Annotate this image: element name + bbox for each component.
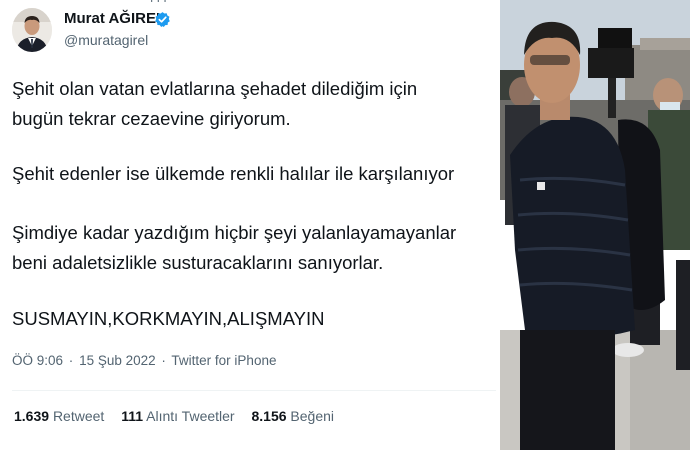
cropped-top-text: ı ı ı: [150, 0, 167, 5]
quote-tweets-count[interactable]: 111 Alıntı Tweetler: [121, 408, 234, 424]
author-name[interactable]: Murat AĞIREL: [64, 10, 165, 27]
verified-badge-icon: [155, 12, 170, 28]
photo-illustration: [500, 0, 690, 450]
tweet-text-line: Şimdiye kadar yazdığım hiçbir şeyi yalan…: [12, 222, 457, 243]
tweet-text-line: beni adaletsizlikle susturacaklarını san…: [12, 252, 384, 273]
tweet-text-line: bugün tekrar cezaevine giriyorum.: [12, 108, 291, 129]
author-handle[interactable]: @muratagirel: [64, 32, 148, 48]
tweet-card: ı ı ı Murat AĞIREL @muratagirel Şehit ol…: [0, 0, 500, 450]
tweet-time[interactable]: ÖÖ 9:06: [12, 353, 63, 368]
tweet-stats: 1.639 Retweet 111 Alıntı Tweetler 8.156 …: [14, 408, 347, 424]
meta-separator: ·: [161, 353, 166, 368]
tweet-text-line: SUSMAYIN,KORKMAYIN,ALIŞMAYIN: [12, 308, 325, 329]
tweet-source[interactable]: Twitter for iPhone: [171, 353, 276, 368]
tweet-date[interactable]: 15 Şub 2022: [79, 353, 156, 368]
tweet-text-line: Şehit olan vatan evlatlarına şehadet dil…: [12, 78, 418, 99]
tweet-meta: ÖÖ 9:06 · 15 Şub 2022 · Twitter for iPho…: [12, 353, 276, 368]
news-photo: [500, 0, 690, 450]
avatar-image: [12, 8, 52, 52]
retweet-count[interactable]: 1.639 Retweet: [14, 408, 104, 424]
likes-count[interactable]: 8.156 Beğeni: [251, 408, 334, 424]
divider: [12, 390, 496, 391]
avatar[interactable]: [12, 8, 52, 52]
meta-separator: ·: [68, 353, 74, 368]
tweet-text-line: Şehit edenler ise ülkemde renkli halılar…: [12, 163, 455, 184]
